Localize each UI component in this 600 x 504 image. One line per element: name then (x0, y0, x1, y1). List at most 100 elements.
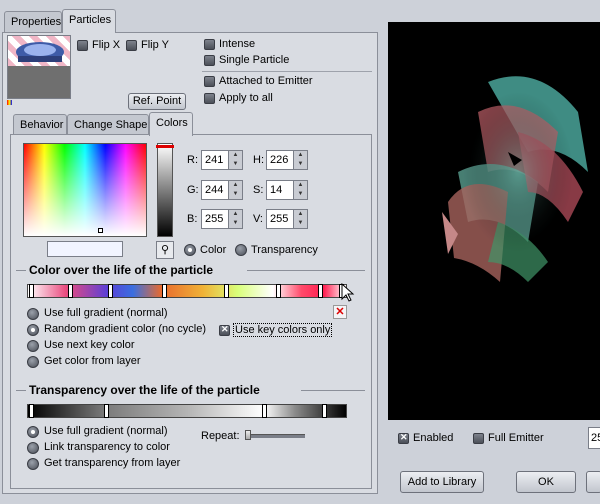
increment-icon[interactable]: ▲ (294, 210, 307, 219)
brightness-marker[interactable] (156, 145, 174, 148)
color-life-title: Color over the life of the particle (29, 263, 214, 277)
b-input[interactable]: 255 ▲ ▼ (201, 209, 243, 229)
section-line (247, 270, 365, 271)
particle-thumbnail[interactable] (7, 35, 71, 99)
delete-key-icon[interactable]: ✕ (333, 305, 347, 319)
v-input[interactable]: 255 ▲ ▼ (266, 209, 308, 229)
gradient-key[interactable] (162, 284, 167, 298)
section-line (16, 390, 26, 391)
section-line (301, 390, 365, 391)
key-colors-only-checkbox[interactable] (219, 324, 230, 336)
attached-checkbox[interactable] (204, 76, 215, 87)
apply-all-checkbox[interactable] (204, 93, 215, 104)
transparency-gradient-bar[interactable] (27, 404, 347, 418)
g-input[interactable]: 244 ▲ ▼ (201, 180, 243, 200)
gradient-key[interactable] (108, 284, 113, 298)
color-option-radio[interactable] (27, 324, 39, 336)
transparency-option-label: Link transparency to color (44, 441, 170, 453)
increment-icon[interactable]: ▲ (294, 151, 307, 160)
full-emitter-label: Full Emitter (488, 432, 544, 444)
r-label: R: (187, 154, 198, 166)
flip-x-label: Flip X (92, 39, 121, 51)
color-mode-radio[interactable] (184, 244, 196, 256)
spectrum-cursor[interactable] (98, 228, 103, 233)
color-gradient-bar[interactable] (27, 284, 347, 298)
g-value: 244 (205, 184, 224, 196)
divider (202, 71, 372, 72)
v-value: 255 (270, 213, 289, 225)
gradient-key[interactable] (322, 404, 327, 418)
gradient-key[interactable] (29, 404, 34, 418)
flip-y-label: Flip Y (141, 39, 169, 51)
decrement-icon[interactable]: ▼ (294, 160, 307, 169)
tab-behavior[interactable]: Behavior (13, 114, 67, 136)
single-particle-label: Single Particle (219, 54, 290, 66)
tab-particles[interactable]: Particles (62, 9, 116, 33)
r-input[interactable]: 241 ▲ ▼ (201, 150, 243, 170)
key-colors-only-label: Use key colors only (233, 323, 333, 337)
increment-icon[interactable]: ▲ (229, 210, 242, 219)
increment-icon[interactable]: ▲ (294, 181, 307, 190)
transparency-mode-radio[interactable] (235, 244, 247, 256)
r-value: 241 (205, 154, 224, 166)
eyedropper-icon[interactable]: ⚲ (156, 241, 174, 259)
g-label: G: (187, 184, 199, 196)
gradient-key[interactable] (224, 284, 229, 298)
section-line (16, 270, 26, 271)
apply-all-label: Apply to all (219, 92, 273, 104)
increment-icon[interactable]: ▲ (229, 181, 242, 190)
tab-change-shape[interactable]: Change Shape (67, 114, 149, 136)
decrement-icon[interactable]: ▼ (229, 219, 242, 228)
ref-point-button[interactable]: Ref. Point (128, 93, 186, 110)
intense-label: Intense (219, 38, 256, 50)
color-option-radio[interactable] (27, 356, 39, 368)
tab-properties[interactable]: Properties (4, 11, 62, 33)
increment-icon[interactable]: ▲ (229, 151, 242, 160)
gradient-key[interactable] (262, 404, 267, 418)
cancel-button-partial[interactable] (586, 471, 600, 493)
ok-button[interactable]: OK (516, 471, 576, 493)
enabled-checkbox[interactable] (398, 432, 409, 444)
add-to-library-button[interactable]: Add to Library (400, 471, 484, 493)
color-option-radio[interactable] (27, 340, 39, 352)
gradient-key[interactable] (104, 404, 109, 418)
transparency-option-radio[interactable] (27, 426, 39, 438)
h-input[interactable]: 226 ▲ ▼ (266, 150, 308, 170)
repeat-slider[interactable] (245, 430, 305, 440)
decrement-icon[interactable]: ▼ (294, 219, 307, 228)
color-strip-icon (7, 100, 12, 105)
tab-colors[interactable]: Colors (149, 112, 193, 136)
flip-x-checkbox[interactable] (77, 40, 88, 51)
decrement-icon[interactable]: ▼ (229, 190, 242, 199)
h-label: H: (253, 154, 264, 166)
gradient-key[interactable] (68, 284, 73, 298)
transparency-option-radio[interactable] (27, 458, 39, 470)
gradient-key[interactable] (318, 284, 323, 298)
attached-label: Attached to Emitter (219, 75, 313, 87)
single-particle-checkbox[interactable] (204, 55, 215, 66)
full-emitter-checkbox[interactable] (473, 433, 484, 444)
color-option-label: Use next key color (44, 339, 135, 351)
transparency-option-radio[interactable] (27, 442, 39, 454)
color-spectrum[interactable] (23, 143, 147, 237)
s-label: S: (253, 184, 264, 196)
particle-preview[interactable] (388, 22, 600, 420)
color-option-radio[interactable] (27, 308, 39, 320)
b-label: B: (187, 213, 198, 225)
mouse-cursor-icon (341, 283, 355, 302)
intense-checkbox[interactable] (204, 39, 215, 50)
repeat-slider-thumb[interactable] (245, 430, 251, 440)
decrement-icon[interactable]: ▼ (294, 190, 307, 199)
repeat-label: Repeat: (201, 430, 240, 442)
particle-shape-icon (16, 42, 64, 62)
s-input[interactable]: 14 ▲ ▼ (266, 180, 308, 200)
decrement-icon[interactable]: ▼ (229, 160, 242, 169)
flip-y-checkbox[interactable] (126, 40, 137, 51)
gradient-key[interactable] (29, 284, 34, 298)
color-option-label: Random gradient color (no cycle) (44, 323, 207, 335)
gradient-key[interactable] (276, 284, 281, 298)
brightness-slider[interactable] (156, 143, 174, 237)
color-mode-label: Color (200, 244, 227, 256)
particle-count-input[interactable]: 25 (588, 427, 600, 449)
s-value: 14 (270, 184, 283, 196)
